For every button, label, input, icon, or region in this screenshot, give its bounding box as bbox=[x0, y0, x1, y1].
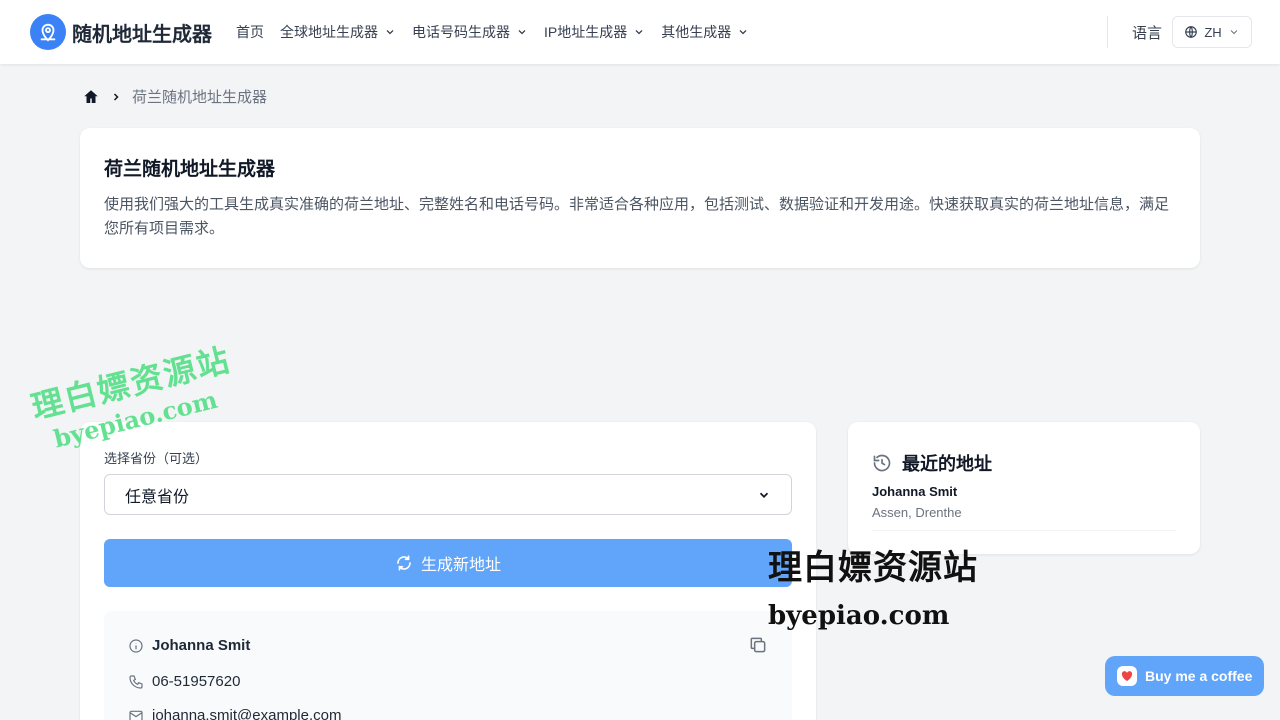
phone-icon bbox=[129, 674, 143, 689]
coffee-heart-icon bbox=[1117, 666, 1137, 686]
result-box: Johanna Smit 06-51957620 johanna.smit@ex… bbox=[104, 611, 792, 720]
recent-item-name[interactable]: Johanna Smit bbox=[872, 484, 957, 499]
chevron-down-icon bbox=[739, 30, 747, 35]
nav-phone-label: 电话号码生成器 bbox=[412, 24, 510, 40]
result-name: Johanna Smit bbox=[152, 637, 251, 654]
history-icon bbox=[873, 454, 891, 472]
coffee-label: Buy me a coffee bbox=[1145, 668, 1253, 684]
result-email-row: johanna.smit@example.com bbox=[128, 707, 341, 720]
copy-icon bbox=[750, 637, 766, 653]
refresh-icon bbox=[397, 555, 411, 571]
logo[interactable]: 随机地址生成器 bbox=[30, 14, 212, 50]
generator-card: 选择省份（可选） 任意省份 生成新地址 Johanna Smit 06-5195… bbox=[80, 422, 816, 720]
chevron-down-icon bbox=[518, 30, 526, 35]
breadcrumb: 荷兰随机地址生成器 bbox=[82, 86, 267, 107]
recent-header: 最近的地址 bbox=[872, 450, 992, 476]
chevron-down-icon bbox=[386, 30, 394, 35]
divider bbox=[872, 530, 1176, 531]
result-name-row: Johanna Smit bbox=[128, 637, 250, 654]
nav-other[interactable]: 其他生成器 bbox=[661, 22, 749, 42]
result-email: johanna.smit@example.com bbox=[152, 707, 342, 720]
page-description: 使用我们强大的工具生成真实准确的荷兰地址、完整姓名和电话号码。非常适合各种应用，… bbox=[104, 196, 1170, 237]
main-nav: 首页 全球地址生成器 电话号码生成器 IP地址生成器 其他生成器 bbox=[236, 0, 749, 64]
recent-title: 最近的地址 bbox=[902, 454, 992, 474]
chevron-down-icon bbox=[635, 30, 643, 35]
generate-button[interactable]: 生成新地址 bbox=[104, 539, 792, 587]
nav-global-address-label: 全球地址生成器 bbox=[280, 24, 378, 40]
generate-button-label: 生成新地址 bbox=[420, 557, 501, 574]
chevron-right-icon bbox=[113, 92, 119, 101]
nav-ip[interactable]: IP地址生成器 bbox=[544, 22, 645, 42]
nav-home[interactable]: 首页 bbox=[236, 22, 264, 42]
header-divider bbox=[1107, 16, 1108, 48]
province-label: 选择省份（可选） bbox=[104, 451, 209, 466]
result-phone: 06-51957620 bbox=[152, 673, 241, 690]
map-pin-icon bbox=[30, 14, 66, 50]
top-header: 随机地址生成器 首页 全球地址生成器 电话号码生成器 IP地址生成器 其他生成器… bbox=[0, 0, 1280, 64]
chevron-down-icon bbox=[759, 492, 769, 498]
intro-card: 荷兰随机地址生成器 使用我们强大的工具生成真实准确的荷兰地址、完整姓名和电话号码… bbox=[80, 128, 1200, 268]
result-phone-row: 06-51957620 bbox=[128, 673, 240, 690]
watermark-cn: 理白嫖资源站 bbox=[27, 340, 235, 427]
language-select[interactable]: ZH bbox=[1172, 16, 1252, 48]
info-icon bbox=[129, 638, 143, 653]
buy-me-a-coffee-button[interactable]: Buy me a coffee bbox=[1105, 656, 1264, 696]
nav-global-address[interactable]: 全球地址生成器 bbox=[280, 22, 396, 42]
province-select[interactable]: 任意省份 bbox=[104, 474, 792, 515]
copy-button[interactable] bbox=[748, 635, 768, 660]
recent-addresses-card: 最近的地址 Johanna Smit Assen, Drenthe bbox=[848, 422, 1200, 554]
nav-phone[interactable]: 电话号码生成器 bbox=[412, 22, 528, 42]
nav-home-label: 首页 bbox=[236, 24, 264, 40]
nav-other-label: 其他生成器 bbox=[661, 24, 732, 40]
breadcrumb-current: 荷兰随机地址生成器 bbox=[132, 89, 268, 106]
province-value: 任意省份 bbox=[125, 488, 190, 506]
chevron-down-icon bbox=[1230, 30, 1238, 35]
nav-ip-label: IP地址生成器 bbox=[544, 24, 628, 40]
page-title: 荷兰随机地址生成器 bbox=[104, 159, 276, 180]
home-icon[interactable] bbox=[82, 88, 100, 106]
language-label: 语言 bbox=[1132, 25, 1163, 42]
recent-item-location: Assen, Drenthe bbox=[872, 505, 962, 520]
language-value: ZH bbox=[1204, 24, 1222, 40]
globe-icon bbox=[1185, 26, 1198, 38]
mail-icon bbox=[129, 710, 143, 720]
logo-text: 随机地址生成器 bbox=[72, 23, 212, 46]
